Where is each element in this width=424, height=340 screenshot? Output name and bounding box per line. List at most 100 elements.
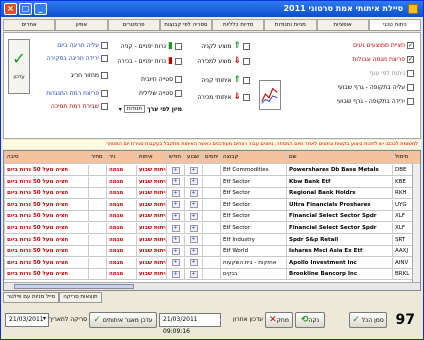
scroll-thumb[interactable]: [14, 284, 134, 289]
subtab-filtered[interactable]: סייל מניות עם פילטר: [3, 292, 60, 303]
chart-button-icon[interactable]: +: [189, 224, 198, 232]
chart-button-icon[interactable]: +: [189, 259, 198, 267]
chart-button-icon[interactable]: +: [189, 212, 198, 220]
tab-7[interactable]: אחרים: [3, 19, 56, 30]
tab-5[interactable]: פרמטרים: [107, 19, 160, 30]
header-ratio[interactable]: יחסים: [202, 151, 220, 163]
filter-spike-down[interactable]: ירידה חריגה בסקירה: [47, 55, 108, 62]
tab-1[interactable]: אופציות: [316, 19, 369, 30]
horizontal-scrollbar[interactable]: [4, 282, 420, 290]
header-week[interactable]: שבוע: [184, 151, 202, 163]
filter-candles-buy[interactable]: ▮ נרות יפניים - קניה: [121, 42, 182, 51]
header-name[interactable]: שם: [286, 151, 392, 163]
filter-resistance[interactable]: פריצת רמת התנגדות: [46, 90, 108, 97]
table-row[interactable]: DBE Powershares Db Base Metals Etf Commodi…: [4, 165, 420, 176]
checkbox-buy-recommend[interactable]: [243, 42, 250, 50]
chart-button-icon[interactable]: +: [189, 189, 198, 197]
filter-volume[interactable]: מחזור חריג: [71, 72, 108, 79]
filter-buy-recommend[interactable]: ⇑ מוצע לקניה: [201, 42, 250, 51]
checkbox-buy-signals[interactable]: [243, 76, 250, 84]
filter-ma-cross[interactable]: ✓ חציית ממוצעים נעים: [353, 42, 414, 49]
minimize-icon[interactable]: _: [34, 3, 47, 15]
header-group[interactable]: קבוצה: [220, 151, 286, 163]
chart-button-icon[interactable]: +: [171, 212, 180, 220]
chart-button-icon[interactable]: +: [171, 259, 180, 267]
delete-button[interactable]: ✕מחק: [265, 312, 293, 328]
filter-buy-signals[interactable]: ⇑ איתותי קניה: [201, 76, 250, 85]
checkbox-sector[interactable]: [407, 70, 414, 77]
filter-negative-div[interactable]: סטייה שלילית: [139, 90, 182, 97]
header-price[interactable]: מחיר: [88, 151, 106, 163]
chart-button-icon[interactable]: +: [171, 166, 180, 174]
filter-weekly-down[interactable]: ירידה בתקופה - גרף שבועי: [337, 98, 414, 105]
table-row[interactable]: UYGUltra Financials ProsharesEtf Sector א…: [4, 199, 420, 211]
checkbox-negative-div[interactable]: [175, 90, 182, 97]
chart-button-icon[interactable]: +: [189, 247, 198, 255]
chart-button-icon[interactable]: +: [171, 247, 180, 255]
filter-support[interactable]: שבירת רמת תמיכה: [51, 103, 108, 110]
filter-candles-sell[interactable]: ▮ נרות יפניים - בכירה: [117, 57, 182, 66]
chart-button-icon[interactable]: +: [171, 178, 180, 186]
vertical-scrollbar[interactable]: [412, 164, 420, 284]
table-row[interactable]: AAXJIshares Msci Asia Ex EtfEtf World אית…: [4, 246, 420, 258]
chart-button-icon[interactable]: +: [189, 178, 198, 186]
chart-button-icon[interactable]: +: [189, 166, 198, 174]
tab-4[interactable]: ספריה לפי קבוצות: [159, 19, 212, 30]
checkbox-sell-signals[interactable]: [243, 93, 250, 101]
calendar-dropdown-icon[interactable]: ▾: [43, 315, 46, 322]
chart-button-icon[interactable]: +: [171, 224, 180, 232]
apply-filter-button[interactable]: ✓ עדכון: [8, 39, 30, 94]
sort-select[interactable]: תנודות: [123, 105, 146, 113]
table-row[interactable]: SRTSpdr S&p RetailEtf Industry איתות שבוע…: [4, 234, 420, 246]
table-row[interactable]: BRKLBrookline Bancorp Incבנקים איתות שבוע…: [4, 269, 420, 281]
subtab-results[interactable]: תוצאות סריקה: [59, 292, 102, 303]
checkbox-ma-cross[interactable]: ✓: [407, 42, 414, 49]
table-row[interactable]: XLF Financial Select Sector Spdr Etf Secto…: [4, 211, 420, 223]
filter-weekly-up[interactable]: עליה בתקופה - גרף שבועי: [338, 84, 414, 91]
clear-button[interactable]: ⟲נקה: [295, 312, 325, 328]
table-row[interactable]: KBEKbw Bank EtfEtf Sector איתות שבועמגמה ח…: [4, 176, 420, 188]
chart-button-icon[interactable]: +: [171, 236, 180, 244]
checkbox-trend-break[interactable]: ✓: [407, 56, 414, 63]
chart-button-icon[interactable]: +: [189, 201, 198, 209]
checkbox-positive-div[interactable]: [175, 76, 182, 83]
table-row[interactable]: AINV Apollo Investment Inc אחזקות - בית הש…: [4, 257, 420, 269]
table-row[interactable]: XLF Financial Select Sector Spdr Etf Secto…: [4, 223, 420, 234]
checkbox-weekly-up[interactable]: [407, 84, 414, 91]
tab-0[interactable]: ניתוח טכני: [368, 19, 421, 30]
filter-positive-div[interactable]: סטייה חיובית: [141, 76, 182, 83]
chart-button-icon[interactable]: +: [171, 189, 180, 197]
checkbox-support[interactable]: [101, 103, 108, 110]
filter-spike-up[interactable]: עליה חריגה ביום: [57, 42, 108, 49]
header-paper[interactable]: ניר: [106, 151, 136, 163]
header-month[interactable]: חודש: [166, 151, 184, 163]
tab-2[interactable]: מניות ותנודות: [264, 19, 317, 30]
checkbox-candles-buy[interactable]: [175, 42, 182, 50]
filter-sell-signals[interactable]: ⇓ איתותי מכירה: [197, 93, 250, 102]
filter-sell-recommend[interactable]: ⇓ מוצע למכירה: [197, 57, 250, 66]
tab-3[interactable]: מדיות כלליות: [212, 19, 265, 30]
select-all-button[interactable]: ✓ סמן הכל: [349, 312, 387, 328]
chevron-down-icon[interactable]: ▾: [119, 106, 122, 113]
header-symbol[interactable]: סימול: [392, 151, 414, 163]
header-reason[interactable]: סיבה: [4, 151, 88, 163]
chart-button-icon[interactable]: +: [189, 270, 198, 278]
header-signal[interactable]: איתות: [136, 151, 166, 163]
chart-button-icon[interactable]: +: [171, 270, 180, 278]
close-icon[interactable]: ×: [4, 3, 17, 15]
tab-6[interactable]: אפיון: [55, 19, 108, 30]
filter-sector[interactable]: ניתוח לפי ענף: [369, 70, 414, 77]
filter-trend-break[interactable]: ✓ פריצת מגמה וגבולות: [352, 56, 414, 63]
checkbox-spike-down[interactable]: [101, 55, 108, 62]
checkbox-weekly-down[interactable]: [407, 98, 414, 105]
checkbox-candles-sell[interactable]: [175, 57, 182, 65]
checkbox-volume[interactable]: [101, 72, 108, 79]
checkbox-spike-up[interactable]: [101, 42, 108, 49]
chart-button-icon[interactable]: +: [189, 236, 198, 244]
table-row[interactable]: RKHRegional Bank HoldrsEtf Sector איתות ש…: [4, 188, 420, 200]
chart-button-icon[interactable]: +: [171, 201, 180, 209]
checkbox-sell-recommend[interactable]: [243, 57, 250, 65]
checkbox-resistance[interactable]: [101, 90, 108, 97]
update-database-button[interactable]: ✓ עדכן מאגר איתותים: [89, 312, 157, 328]
maximize-icon[interactable]: □: [19, 3, 32, 15]
